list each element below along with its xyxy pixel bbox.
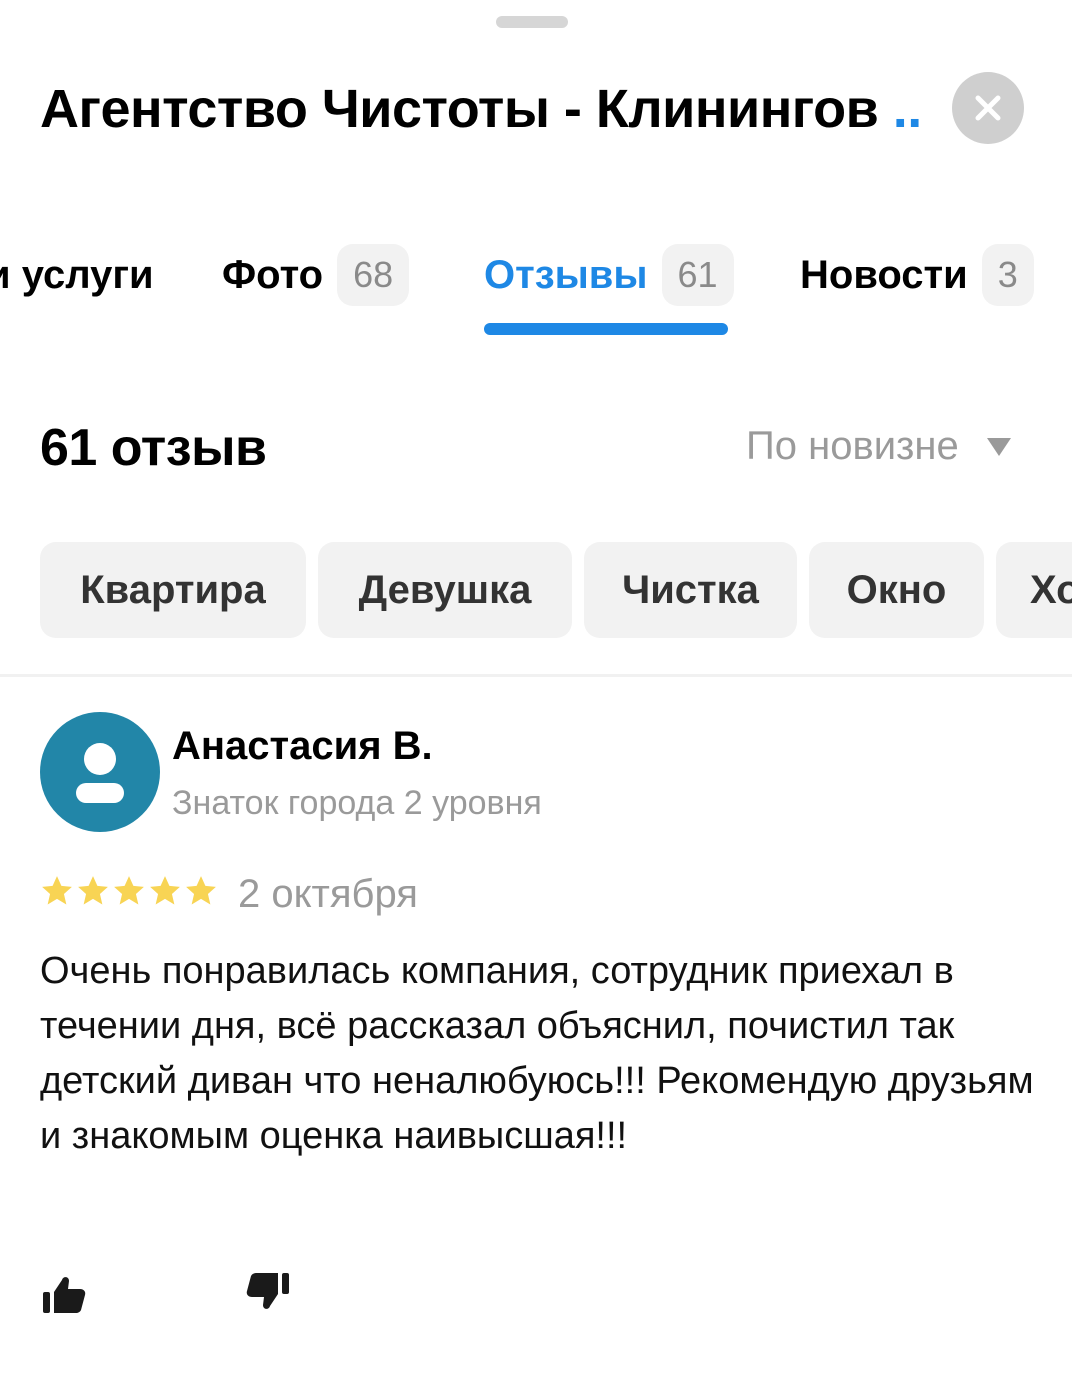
tab-count-badge: 61 (661, 244, 734, 306)
user-icon (76, 743, 124, 803)
chip-girl[interactable]: Девушка (318, 542, 572, 638)
review-date: 2 октября (238, 872, 418, 916)
page-title: Агентство Чистоты - Клинингов ... (40, 76, 920, 142)
star-icon (42, 876, 72, 905)
chip-apartment[interactable]: Квартира (40, 542, 306, 638)
star-icon (78, 876, 108, 905)
star-icon (186, 876, 216, 905)
review-text: Очень понравилась компания, сотрудник пр… (40, 950, 1034, 1157)
tab-count-badge: 68 (337, 244, 410, 306)
thumbs-down-icon[interactable] (244, 1270, 292, 1318)
thumbs-up-icon[interactable] (40, 1270, 88, 1318)
keyword-chips: Квартира Девушка Чистка Окно Хо (0, 542, 1072, 638)
tab-label: Новости (800, 252, 968, 297)
author-name[interactable]: Анастасия В. (172, 724, 433, 769)
avatar[interactable] (40, 712, 160, 832)
chip-cleaning[interactable]: Чистка (584, 542, 797, 638)
chevron-down-icon (986, 437, 1011, 456)
close-icon (975, 95, 1001, 121)
section-divider (0, 674, 1072, 677)
sort-dropdown[interactable]: По новизне (746, 424, 1011, 469)
star-icon (114, 876, 144, 905)
tab-count-badge: 3 (981, 244, 1034, 306)
tab-services[interactable]: и услуги (0, 240, 154, 310)
tab-label: Отзывы (484, 252, 648, 297)
tab-label: и услуги (0, 252, 154, 297)
active-tab-indicator (484, 323, 728, 335)
title-text: Агентство Чистоты - Клинингов (40, 79, 879, 139)
reviews-count-title: 61 отзыв (40, 419, 267, 477)
bottom-sheet: Агентство Чистоты - Клинингов ... и услу… (0, 0, 1072, 1381)
tab-photo[interactable]: Фото 68 (222, 240, 410, 310)
sort-label: По новизне (746, 424, 959, 468)
close-button[interactable] (952, 72, 1024, 144)
tab-reviews[interactable]: Отзывы 61 (484, 240, 734, 310)
chip-window[interactable]: Окно (809, 542, 984, 638)
star-icon (150, 876, 180, 905)
rating-stars (40, 874, 218, 908)
tab-label: Фото (222, 252, 324, 297)
sheet-grabber[interactable] (496, 16, 568, 28)
chip-more[interactable]: Хо (996, 542, 1072, 638)
author-level: Знаток города 2 уровня (172, 784, 542, 822)
tab-news[interactable]: Новости 3 (800, 240, 1034, 310)
tab-bar: и услуги Фото 68 Отзывы 61 Новости 3 (0, 240, 1072, 340)
title-ellipsis[interactable]: ... (893, 79, 920, 139)
